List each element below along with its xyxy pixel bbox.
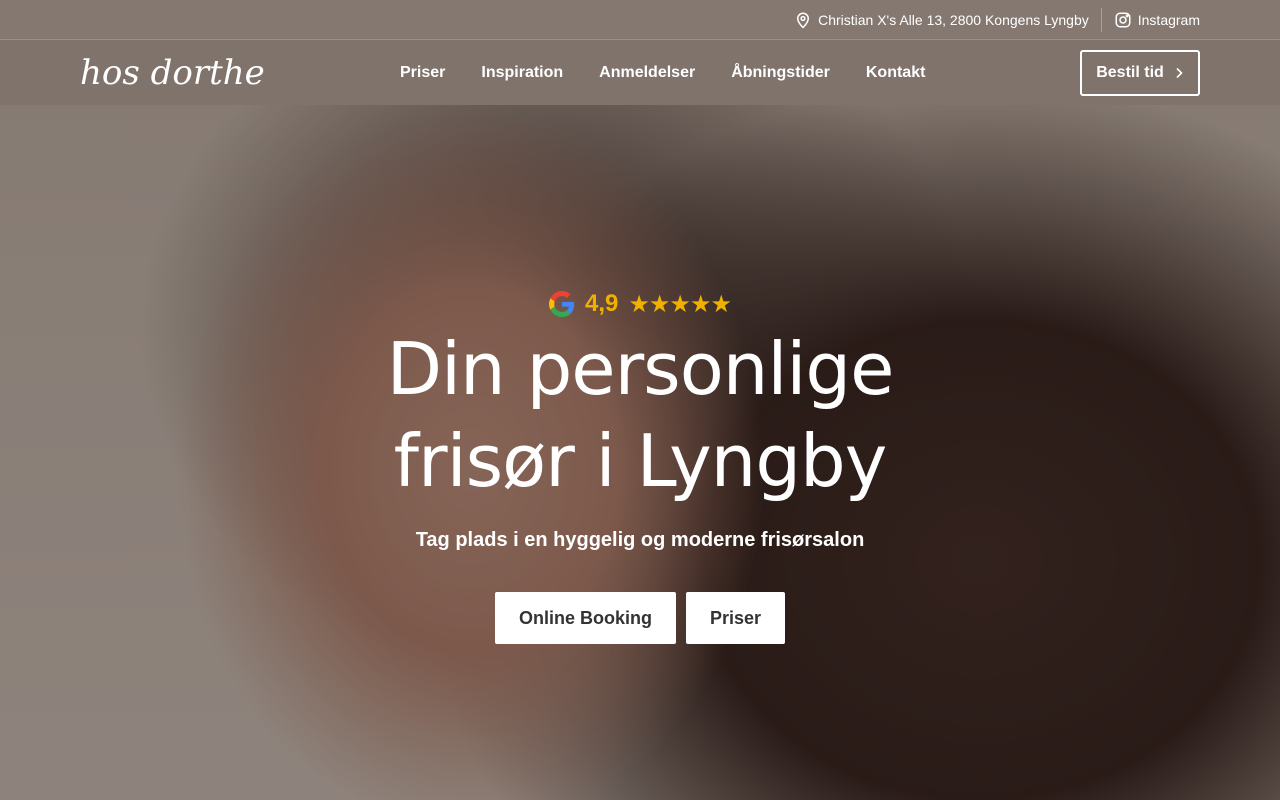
nav-link-abningstider[interactable]: Åbningstider	[731, 64, 830, 82]
online-booking-button[interactable]: Online Booking	[494, 592, 676, 644]
rating-value: 4,9	[585, 290, 619, 317]
main-nav: hos dorthe Priser Inspiration Anmeldelse…	[0, 40, 1280, 105]
prices-button[interactable]: Priser	[685, 592, 786, 644]
google-icon	[549, 291, 575, 317]
topbar-divider	[1100, 7, 1102, 32]
logo[interactable]: hos dorthe	[80, 56, 380, 90]
hero-buttons: Online Booking Priser	[494, 592, 786, 644]
address-link[interactable]: Christian X's Alle 13, 2800 Kongens Lyng…	[794, 11, 1089, 29]
address-text: Christian X's Alle 13, 2800 Kongens Lyng…	[818, 11, 1089, 28]
headline-line-2: frisør i Lyngby	[393, 419, 888, 503]
headline-line-1: Din personlige	[386, 327, 895, 411]
rating-stars: ★★★★★	[628, 290, 732, 318]
instagram-icon	[1114, 11, 1132, 29]
nav-link-priser[interactable]: Priser	[400, 64, 445, 82]
instagram-label: Instagram	[1137, 11, 1200, 28]
chevron-right-icon	[1174, 67, 1184, 79]
map-pin-icon	[794, 11, 812, 29]
google-rating: 4,9 ★★★★★	[549, 285, 732, 323]
nav-link-kontakt[interactable]: Kontakt	[866, 64, 926, 82]
nav-links: Priser Inspiration Anmeldelser Åbningsti…	[400, 64, 1080, 82]
page-title: Din personlige frisør i Lyngby	[386, 323, 895, 507]
book-appointment-label: Bestil tid	[1096, 63, 1164, 81]
hero-content: 4,9 ★★★★★ Din personlige frisør i Lyngby…	[0, 285, 1280, 644]
nav-link-inspiration[interactable]: Inspiration	[481, 64, 563, 82]
instagram-link[interactable]: Instagram	[1114, 11, 1200, 29]
top-bar: Christian X's Alle 13, 2800 Kongens Lyng…	[0, 0, 1280, 40]
nav-link-anmeldelser[interactable]: Anmeldelser	[599, 64, 695, 82]
book-appointment-button[interactable]: Bestil tid	[1080, 49, 1200, 96]
hero-subline: Tag plads i en hyggelig og moderne frisø…	[415, 529, 865, 551]
